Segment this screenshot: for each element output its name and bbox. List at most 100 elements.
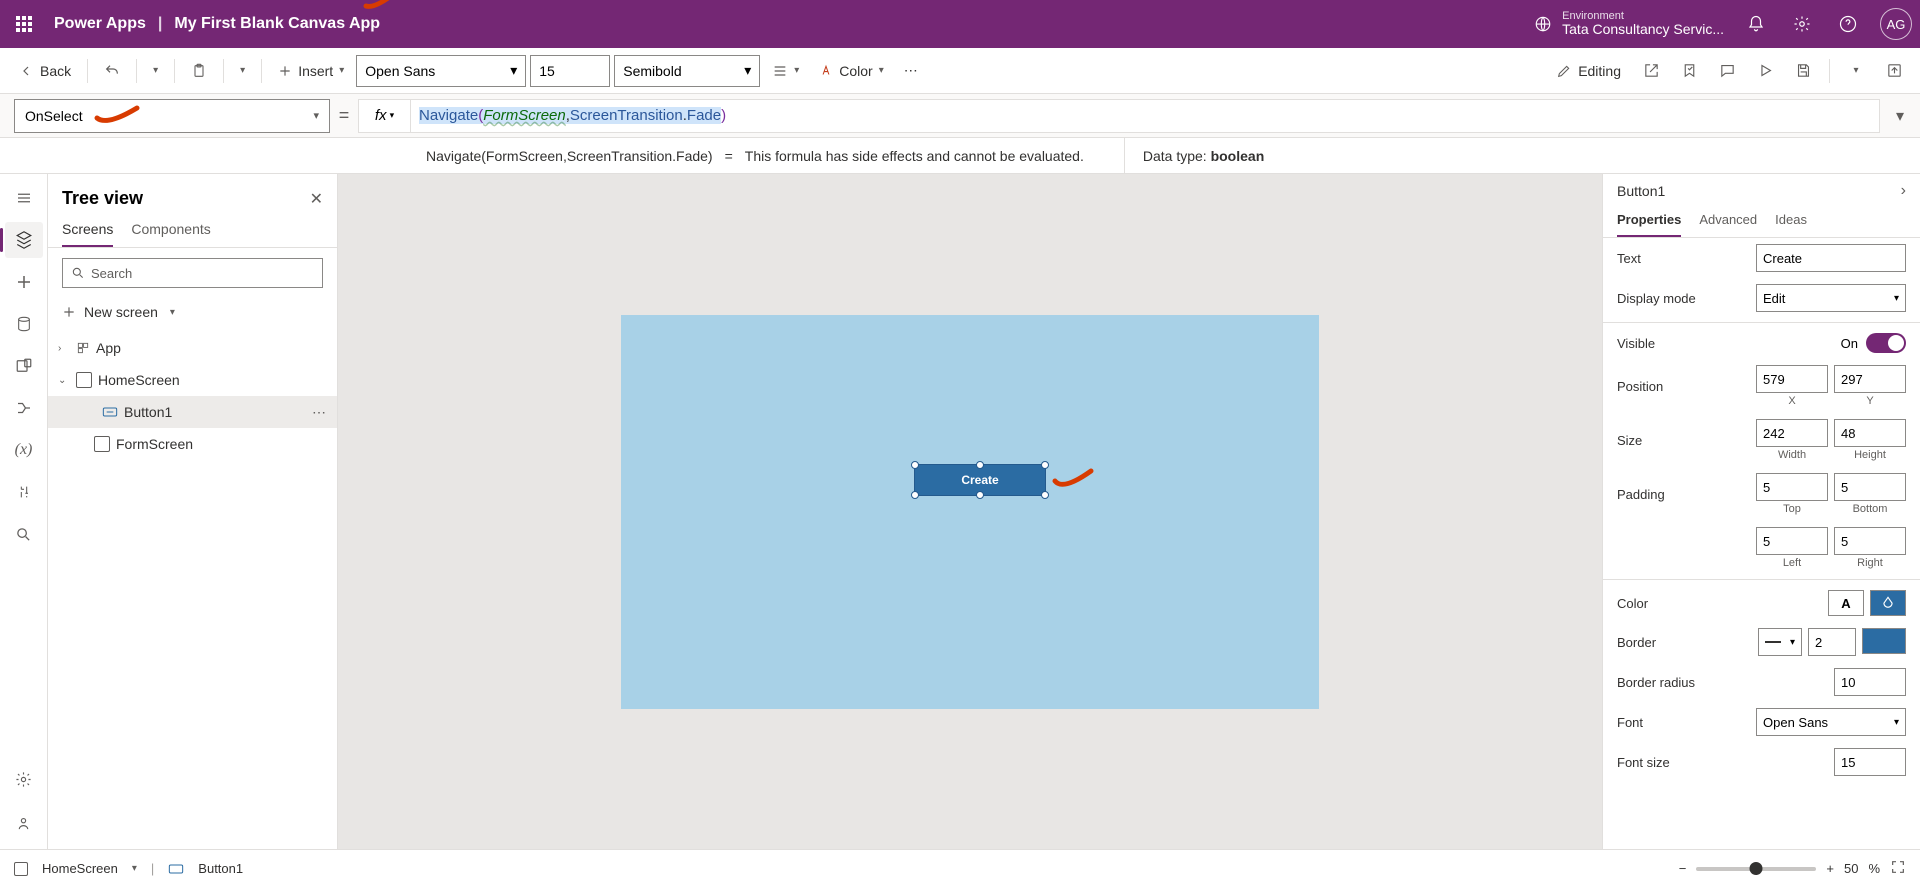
app-icon	[76, 341, 90, 355]
fill-color-swatch[interactable]	[1870, 590, 1906, 616]
text-input[interactable]	[1756, 244, 1906, 272]
formula-input[interactable]: Navigate(FormScreen,ScreenTransition.Fad…	[410, 99, 1880, 133]
label-position: Position	[1617, 379, 1663, 394]
play-icon[interactable]	[1749, 55, 1781, 87]
font-selector[interactable]: Open Sans ▾	[356, 55, 526, 87]
save-icon[interactable]	[1787, 55, 1819, 87]
settings-icon[interactable]	[1788, 10, 1816, 38]
waffle-menu[interactable]	[8, 8, 40, 40]
rail-media[interactable]	[5, 348, 43, 384]
comments-icon[interactable]	[1711, 55, 1743, 87]
font-size-input[interactable]	[530, 55, 610, 87]
size-w-input[interactable]	[1756, 419, 1828, 447]
label-border: Border	[1617, 635, 1656, 650]
tab-screens[interactable]: Screens	[62, 221, 113, 247]
body: (x) Tree view ✕ Screens Components Searc…	[0, 174, 1920, 849]
zoom-slider[interactable]	[1696, 867, 1816, 871]
position-x-input[interactable]	[1756, 365, 1828, 393]
insert-button[interactable]: Insert ▾	[270, 55, 352, 87]
property-selector[interactable]: OnSelect ▾	[14, 99, 330, 133]
panel-chevron[interactable]: ›	[1901, 182, 1906, 200]
rail-flows[interactable]	[5, 390, 43, 426]
status-screen-checkbox[interactable]	[14, 862, 28, 876]
rail-search[interactable]	[5, 516, 43, 552]
command-bar: Back ▾ ▾ Insert ▾ Open Sans ▾ Semibold ▾…	[0, 48, 1920, 94]
status-control[interactable]: Button1	[198, 861, 243, 876]
label-padding: Padding	[1617, 487, 1665, 502]
align-button[interactable]: ▾	[764, 55, 807, 87]
tree-homescreen[interactable]: ⌄ HomeScreen	[48, 364, 337, 396]
rail-tree-view[interactable]	[5, 222, 43, 258]
border-color-swatch[interactable]	[1862, 628, 1906, 654]
rail-settings[interactable]	[5, 761, 43, 797]
rail-tools[interactable]	[5, 474, 43, 510]
borderradius-input[interactable]	[1834, 668, 1906, 696]
font-weight-selector[interactable]: Semibold ▾	[614, 55, 760, 87]
more-icon[interactable]: ⋯	[312, 404, 327, 421]
undo-chevron[interactable]: ▾	[145, 55, 166, 87]
avatar[interactable]: AG	[1880, 8, 1912, 40]
rail-data[interactable]	[5, 306, 43, 342]
border-style-select[interactable]: ▾	[1758, 628, 1802, 656]
padding-top-input[interactable]	[1756, 473, 1828, 501]
tree-app[interactable]: › App	[48, 332, 337, 364]
fontsize-input[interactable]	[1834, 748, 1906, 776]
editing-button[interactable]: Editing	[1548, 55, 1629, 87]
formula-hint: Navigate(FormScreen,ScreenTransition.Fad…	[0, 138, 1920, 174]
tree-formscreen[interactable]: › FormScreen	[48, 428, 337, 460]
back-button[interactable]: Back	[10, 55, 79, 87]
canvas-area[interactable]: Create	[338, 174, 1602, 849]
font-color-swatch[interactable]: A	[1828, 590, 1864, 616]
app-name: Power Apps	[54, 15, 146, 33]
new-screen-button[interactable]: New screen ▾	[48, 298, 337, 326]
visible-toggle[interactable]	[1866, 333, 1906, 353]
status-screen[interactable]: HomeScreen	[42, 861, 118, 876]
tab-components[interactable]: Components	[131, 221, 210, 247]
rail-variables[interactable]: (x)	[5, 432, 43, 468]
canvas-button[interactable]: Create	[915, 465, 1045, 495]
tree-button1[interactable]: Button1 ⋯	[48, 396, 337, 428]
tab-properties[interactable]: Properties	[1617, 212, 1681, 237]
overflow-button[interactable]: ⋯	[896, 55, 926, 87]
zoom-value: 50	[1844, 861, 1858, 876]
share-icon[interactable]	[1635, 55, 1667, 87]
separator: |	[158, 15, 162, 33]
publish-icon[interactable]	[1878, 55, 1910, 87]
save-chevron[interactable]: ▾	[1840, 55, 1872, 87]
tab-ideas[interactable]: Ideas	[1775, 212, 1807, 237]
tab-advanced[interactable]: Advanced	[1699, 212, 1757, 237]
paste-chevron[interactable]: ▾	[232, 55, 253, 87]
paste-button[interactable]	[183, 55, 215, 87]
environment-icon	[1534, 15, 1552, 33]
color-button[interactable]: Color ▾	[811, 55, 892, 87]
position-y-input[interactable]	[1834, 365, 1906, 393]
search-input[interactable]: Search	[62, 258, 323, 288]
font-select[interactable]: Open Sans▾	[1756, 708, 1906, 736]
formula-expand[interactable]: ▾	[1880, 106, 1920, 126]
environment-picker[interactable]: Environment Tata Consultancy Servic...	[1534, 10, 1724, 37]
displaymode-select[interactable]: Edit▾	[1756, 284, 1906, 312]
rail-ask[interactable]	[5, 805, 43, 841]
undo-icon	[104, 63, 120, 79]
zoom-out[interactable]: −	[1679, 861, 1687, 876]
label-borderradius: Border radius	[1617, 675, 1695, 690]
rail-hamburger[interactable]	[5, 180, 43, 216]
notifications-icon[interactable]	[1742, 10, 1770, 38]
label-color: Color	[1617, 596, 1648, 611]
size-h-input[interactable]	[1834, 419, 1906, 447]
padding-right-input[interactable]	[1834, 527, 1906, 555]
hint-eq: =	[725, 148, 733, 164]
checker-icon[interactable]	[1673, 55, 1705, 87]
fx-label[interactable]: fx ▾	[358, 99, 410, 133]
rail-insert[interactable]	[5, 264, 43, 300]
zoom-in[interactable]: +	[1826, 861, 1834, 876]
undo-button[interactable]	[96, 55, 128, 87]
padding-left-input[interactable]	[1756, 527, 1828, 555]
border-width-input[interactable]	[1808, 628, 1856, 656]
left-rail: (x)	[0, 174, 48, 849]
padding-bottom-input[interactable]	[1834, 473, 1906, 501]
close-icon[interactable]: ✕	[310, 189, 323, 209]
help-icon[interactable]	[1834, 10, 1862, 38]
screen-canvas[interactable]: Create	[621, 315, 1319, 709]
fit-screen[interactable]	[1890, 859, 1906, 878]
